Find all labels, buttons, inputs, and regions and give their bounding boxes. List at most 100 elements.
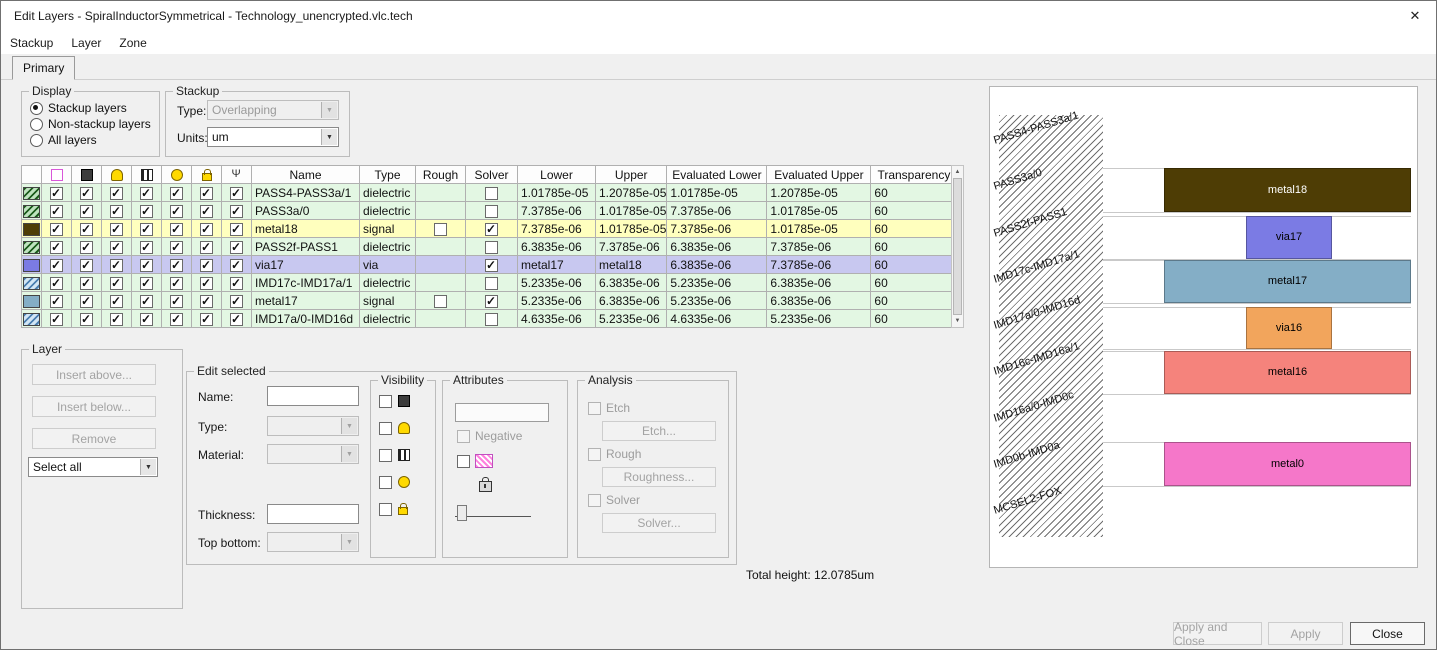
layer-row-metal18[interactable]: metal18signal7.3785e-061.01785e-057.3785… bbox=[21, 219, 958, 238]
radio-stackup-layers[interactable]: Stackup layers bbox=[30, 100, 155, 116]
solver-checkbox[interactable] bbox=[485, 312, 498, 326]
black-bars-column-header[interactable] bbox=[131, 165, 162, 184]
name-input[interactable] bbox=[267, 386, 359, 406]
preview-bar-metal17[interactable]: metal17 bbox=[1164, 260, 1411, 303]
preview-bar-metal16[interactable]: metal16 bbox=[1164, 351, 1411, 394]
thickness-input[interactable] bbox=[267, 504, 359, 524]
color-button[interactable] bbox=[455, 403, 549, 422]
layer-visibility-checkbox[interactable] bbox=[230, 240, 243, 254]
layer-row-PASS4-PASS3a/1[interactable]: PASS4-PASS3a/1dielectric1.01785e-051.207… bbox=[21, 183, 958, 202]
layer-visibility-checkbox[interactable] bbox=[230, 258, 243, 272]
units-select[interactable]: um bbox=[207, 127, 339, 147]
layer-visibility-checkbox[interactable] bbox=[200, 222, 213, 236]
radio-non-stackup-layers[interactable]: Non-stackup layers bbox=[30, 116, 155, 132]
layer-visibility-checkbox[interactable] bbox=[80, 204, 93, 218]
layer-visibility-checkbox[interactable] bbox=[200, 204, 213, 218]
layer-row-PASS3a/0[interactable]: PASS3a/0dielectric7.3785e-061.01785e-057… bbox=[21, 201, 958, 220]
layer-visibility-checkbox[interactable] bbox=[170, 294, 183, 308]
layer-visibility-checkbox[interactable] bbox=[50, 222, 63, 236]
layer-visibility-checkbox[interactable] bbox=[170, 240, 183, 254]
layer-row-IMD17a/0-IMD16d[interactable]: IMD17a/0-IMD16ddielectric4.6335e-065.233… bbox=[21, 309, 958, 328]
layer-visibility-checkbox[interactable] bbox=[50, 240, 63, 254]
layer-visibility-checkbox[interactable] bbox=[110, 240, 123, 254]
rough-checkbox[interactable] bbox=[434, 294, 447, 308]
layer-visibility-checkbox[interactable] bbox=[50, 312, 63, 326]
layer-visibility-checkbox[interactable] bbox=[50, 276, 63, 290]
layer-visibility-checkbox[interactable] bbox=[140, 222, 153, 236]
layer-visibility-checkbox[interactable] bbox=[140, 276, 153, 290]
layer-visibility-checkbox[interactable] bbox=[110, 294, 123, 308]
menu-layer[interactable]: Layer bbox=[62, 33, 110, 53]
menu-zone[interactable]: Zone bbox=[110, 33, 155, 53]
column-header-type[interactable]: Type bbox=[359, 165, 416, 184]
scroll-thumb[interactable] bbox=[953, 178, 962, 315]
column-header-rough[interactable]: Rough bbox=[415, 165, 466, 184]
layer-visibility-checkbox[interactable] bbox=[80, 240, 93, 254]
yellow-lock-column-header[interactable] bbox=[191, 165, 222, 184]
layer-visibility-checkbox[interactable] bbox=[230, 204, 243, 218]
layer-visibility-checkbox[interactable] bbox=[170, 186, 183, 200]
layer-visibility-checkbox[interactable] bbox=[170, 258, 183, 272]
menu-stackup[interactable]: Stackup bbox=[1, 33, 62, 53]
layer-visibility-checkbox[interactable] bbox=[230, 312, 243, 326]
column-header-name[interactable]: Name bbox=[251, 165, 360, 184]
scroll-down-icon[interactable] bbox=[952, 315, 963, 327]
visibility-checkbox[interactable] bbox=[379, 394, 392, 408]
radio-all-layers[interactable]: All layers bbox=[30, 132, 155, 148]
solver-checkbox[interactable] bbox=[485, 294, 498, 308]
solver-checkbox[interactable] bbox=[485, 240, 498, 254]
layer-visibility-checkbox[interactable] bbox=[110, 222, 123, 236]
layer-visibility-checkbox[interactable] bbox=[140, 186, 153, 200]
visibility-checkbox[interactable] bbox=[379, 448, 392, 462]
black-square-column-header[interactable] bbox=[71, 165, 102, 184]
table-scrollbar[interactable] bbox=[951, 165, 964, 328]
solver-checkbox[interactable] bbox=[485, 258, 498, 272]
layer-visibility-checkbox[interactable] bbox=[80, 222, 93, 236]
layer-visibility-checkbox[interactable] bbox=[80, 258, 93, 272]
layer-visibility-checkbox[interactable] bbox=[110, 258, 123, 272]
layer-visibility-checkbox[interactable] bbox=[140, 294, 153, 308]
layer-visibility-checkbox[interactable] bbox=[50, 258, 63, 272]
layer-visibility-checkbox[interactable] bbox=[170, 312, 183, 326]
layer-row-PASS2f-PASS1[interactable]: PASS2f-PASS1dielectric6.3835e-067.3785e-… bbox=[21, 237, 958, 256]
layer-visibility-checkbox[interactable] bbox=[170, 276, 183, 290]
column-header-upper[interactable]: Upper bbox=[594, 165, 668, 184]
solver-checkbox[interactable] bbox=[485, 186, 498, 200]
close-icon[interactable] bbox=[1394, 1, 1436, 31]
layer-visibility-checkbox[interactable] bbox=[200, 294, 213, 308]
column-header-transparency[interactable]: Transparency bbox=[870, 165, 958, 184]
layer-visibility-checkbox[interactable] bbox=[50, 294, 63, 308]
layer-visibility-checkbox[interactable] bbox=[110, 312, 123, 326]
yellow-lamp-column-header[interactable] bbox=[101, 165, 132, 184]
visibility-checkbox[interactable] bbox=[379, 502, 392, 516]
solver-checkbox[interactable] bbox=[485, 276, 498, 290]
preview-bar-metal0[interactable]: metal0 bbox=[1164, 442, 1411, 486]
layer-row-IMD17c-IMD17a/1[interactable]: IMD17c-IMD17a/1dielectric5.2335e-066.383… bbox=[21, 273, 958, 292]
rough-checkbox[interactable] bbox=[434, 222, 447, 236]
layer-visibility-checkbox[interactable] bbox=[200, 276, 213, 290]
column-header-lower[interactable]: Lower bbox=[517, 165, 596, 184]
layer-visibility-checkbox[interactable] bbox=[170, 204, 183, 218]
preview-bar-via16[interactable]: via16 bbox=[1246, 307, 1332, 349]
layer-visibility-checkbox[interactable] bbox=[80, 294, 93, 308]
layer-visibility-checkbox[interactable] bbox=[110, 186, 123, 200]
layer-visibility-checkbox[interactable] bbox=[50, 186, 63, 200]
close-button[interactable]: Close bbox=[1350, 622, 1425, 645]
column-header-evaluated-upper[interactable]: Evaluated Upper bbox=[766, 165, 872, 184]
solver-checkbox[interactable] bbox=[485, 222, 498, 236]
layer-visibility-checkbox[interactable] bbox=[200, 258, 213, 272]
scroll-up-icon[interactable] bbox=[952, 166, 963, 178]
layer-visibility-checkbox[interactable] bbox=[230, 276, 243, 290]
magenta-square-column-header[interactable] bbox=[41, 165, 72, 184]
layer-visibility-checkbox[interactable] bbox=[140, 240, 153, 254]
layer-visibility-checkbox[interactable] bbox=[80, 186, 93, 200]
tab-primary[interactable]: Primary bbox=[12, 56, 76, 80]
yellow-circle-column-header[interactable] bbox=[161, 165, 192, 184]
layer-visibility-checkbox[interactable] bbox=[170, 222, 183, 236]
layer-visibility-checkbox[interactable] bbox=[140, 258, 153, 272]
transparency-slider[interactable] bbox=[455, 505, 531, 521]
layer-visibility-checkbox[interactable] bbox=[230, 186, 243, 200]
layer-visibility-checkbox[interactable] bbox=[110, 276, 123, 290]
slider-handle[interactable] bbox=[457, 505, 467, 521]
layer-visibility-checkbox[interactable] bbox=[140, 204, 153, 218]
